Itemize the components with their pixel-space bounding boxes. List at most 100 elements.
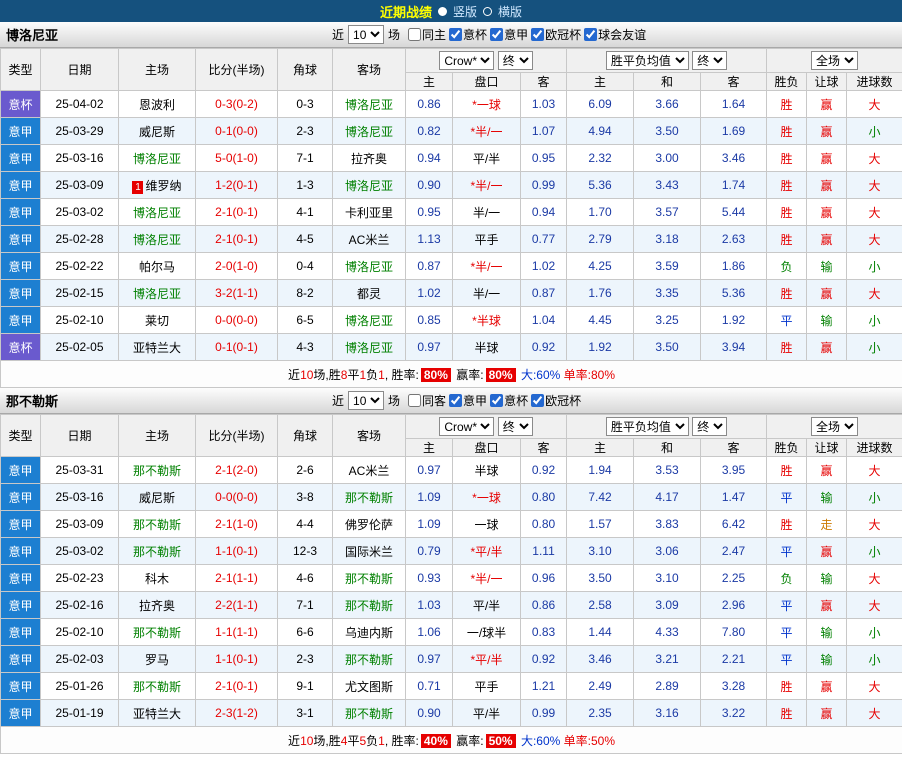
bookmaker-select[interactable]: Crow* — [439, 417, 494, 436]
odds-stage-select[interactable]: 终 — [498, 417, 533, 436]
handicap-cell: *一球 — [453, 91, 521, 118]
matches-table: 类型 日期 主场 比分(半场) 角球 客场 Crow* 终 胜平负均值 终 全场… — [0, 414, 902, 754]
home-odds-cell: 0.87 — [406, 253, 453, 280]
goals-cell: 大 — [847, 592, 902, 619]
avg-draw-cell: 3.57 — [634, 199, 701, 226]
home-odds-cell: 0.97 — [406, 334, 453, 361]
filter-checkbox[interactable]: 球会友谊 — [584, 26, 646, 43]
avg-draw-cell: 3.83 — [634, 511, 701, 538]
match-count-select[interactable]: 10 — [348, 391, 384, 410]
vertical-view-radio-icon[interactable] — [438, 7, 447, 16]
checkbox-input[interactable] — [531, 28, 544, 41]
date-cell: 25-02-10 — [41, 619, 119, 646]
match-count-select[interactable]: 10 — [348, 25, 384, 44]
summary-segment: 赢率: — [453, 368, 484, 382]
home-team-cell: 恩波利 — [119, 91, 196, 118]
avg-away-cell: 1.64 — [701, 91, 767, 118]
summary-segment: 1 — [378, 368, 385, 382]
goals-cell: 大 — [847, 145, 902, 172]
handicap-result-cell: 输 — [807, 646, 847, 673]
date-cell: 25-02-03 — [41, 646, 119, 673]
filter-suffix-label: 场 — [388, 392, 400, 409]
bookmaker-select[interactable]: Crow* — [439, 51, 494, 70]
handicap-result-cell: 赢 — [807, 457, 847, 484]
checkbox-input[interactable] — [408, 394, 421, 407]
handicap-cell: 平手 — [453, 226, 521, 253]
handicap-cell: *半/一 — [453, 172, 521, 199]
filter-checkbox[interactable]: 同客 — [408, 392, 446, 409]
summary-segment: 10 — [300, 734, 313, 748]
checkbox-input[interactable] — [449, 28, 462, 41]
filter-checkbox[interactable]: 意杯 — [490, 392, 528, 409]
home-team-cell: 博洛尼亚 — [119, 199, 196, 226]
home-odds-cell: 1.13 — [406, 226, 453, 253]
summary-segment: 单率:50% — [560, 734, 615, 748]
horizontal-view-label[interactable]: 横版 — [498, 3, 522, 20]
checkbox-input[interactable] — [408, 28, 421, 41]
summary-segment: 大:60% — [518, 368, 561, 382]
scope-select[interactable]: 全场 — [811, 417, 858, 436]
match-row: 意杯25-04-02恩波利0-3(0-2)0-3博洛尼亚0.86*一球1.036… — [1, 91, 902, 118]
avg-draw-cell: 4.33 — [634, 619, 701, 646]
summary-segment: 平 — [347, 734, 359, 748]
result-cell: 胜 — [767, 457, 807, 484]
home-team-cell: 罗马 — [119, 646, 196, 673]
home-odds-cell: 1.02 — [406, 280, 453, 307]
match-row: 意甲25-02-10莱切0-0(0-0)6-5博洛尼亚0.85*半球1.044.… — [1, 307, 902, 334]
col-handicap: 盘口 — [453, 73, 521, 91]
league-type-cell: 意甲 — [1, 511, 41, 538]
match-row: 意甲25-01-26那不勒斯2-1(0-1)9-1尤文图斯0.71平手1.212… — [1, 673, 902, 700]
checkbox-input[interactable] — [490, 394, 503, 407]
col-type: 类型 — [1, 415, 41, 457]
avg-draw-cell: 3.66 — [634, 91, 701, 118]
handicap-cell: 平/半 — [453, 700, 521, 727]
filter-checkbox[interactable]: 意甲 — [490, 26, 528, 43]
away-team-cell: 国际米兰 — [333, 538, 406, 565]
avg-stage-select[interactable]: 终 — [692, 417, 727, 436]
scope-select[interactable]: 全场 — [811, 51, 858, 70]
checkbox-input[interactable] — [490, 28, 503, 41]
away-odds-cell: 0.80 — [521, 484, 567, 511]
col-avg-away: 客 — [701, 73, 767, 91]
home-odds-cell: 1.03 — [406, 592, 453, 619]
away-odds-cell: 0.96 — [521, 565, 567, 592]
goals-cell: 小 — [847, 307, 902, 334]
horizontal-view-radio-icon[interactable] — [483, 7, 492, 16]
avg-stage-select[interactable]: 终 — [692, 51, 727, 70]
away-odds-cell: 0.77 — [521, 226, 567, 253]
checkbox-input[interactable] — [584, 28, 597, 41]
odds-stage-select[interactable]: 终 — [498, 51, 533, 70]
checkbox-input[interactable] — [531, 394, 544, 407]
home-team-cell: 威尼斯 — [119, 484, 196, 511]
filter-checkbox[interactable]: 欧冠杯 — [531, 26, 581, 43]
goals-cell: 大 — [847, 280, 902, 307]
date-cell: 25-02-28 — [41, 226, 119, 253]
avg-away-cell: 5.44 — [701, 199, 767, 226]
corner-cell: 6-5 — [278, 307, 333, 334]
away-team-name: 博洛尼亚 — [345, 314, 393, 328]
avg-type-select[interactable]: 胜平负均值 — [606, 417, 689, 436]
date-cell: 25-02-23 — [41, 565, 119, 592]
corner-cell: 7-1 — [278, 592, 333, 619]
avg-away-cell: 6.42 — [701, 511, 767, 538]
away-team-cell: 那不勒斯 — [333, 646, 406, 673]
checkbox-input[interactable] — [449, 394, 462, 407]
handicap-cell: *平/半 — [453, 538, 521, 565]
avg-home-cell: 2.49 — [567, 673, 634, 700]
corner-cell: 8-2 — [278, 280, 333, 307]
filter-checkbox[interactable]: 欧冠杯 — [531, 392, 581, 409]
away-team-name: 那不勒斯 — [345, 653, 393, 667]
score-cell: 1-1(0-1) — [196, 538, 278, 565]
filter-checkbox[interactable]: 同主 — [408, 26, 446, 43]
avg-type-select[interactable]: 胜平负均值 — [606, 51, 689, 70]
vertical-view-label[interactable]: 竖版 — [453, 3, 477, 20]
away-team-cell: 卡利亚里 — [333, 199, 406, 226]
summary-segment: 10 — [300, 368, 313, 382]
score-cell: 0-0(0-0) — [196, 484, 278, 511]
goals-cell: 大 — [847, 673, 902, 700]
home-team-cell: 威尼斯 — [119, 118, 196, 145]
filter-checkbox[interactable]: 意杯 — [449, 26, 487, 43]
filter-checkbox[interactable]: 意甲 — [449, 392, 487, 409]
home-odds-cell: 0.85 — [406, 307, 453, 334]
avg-away-cell: 5.36 — [701, 280, 767, 307]
